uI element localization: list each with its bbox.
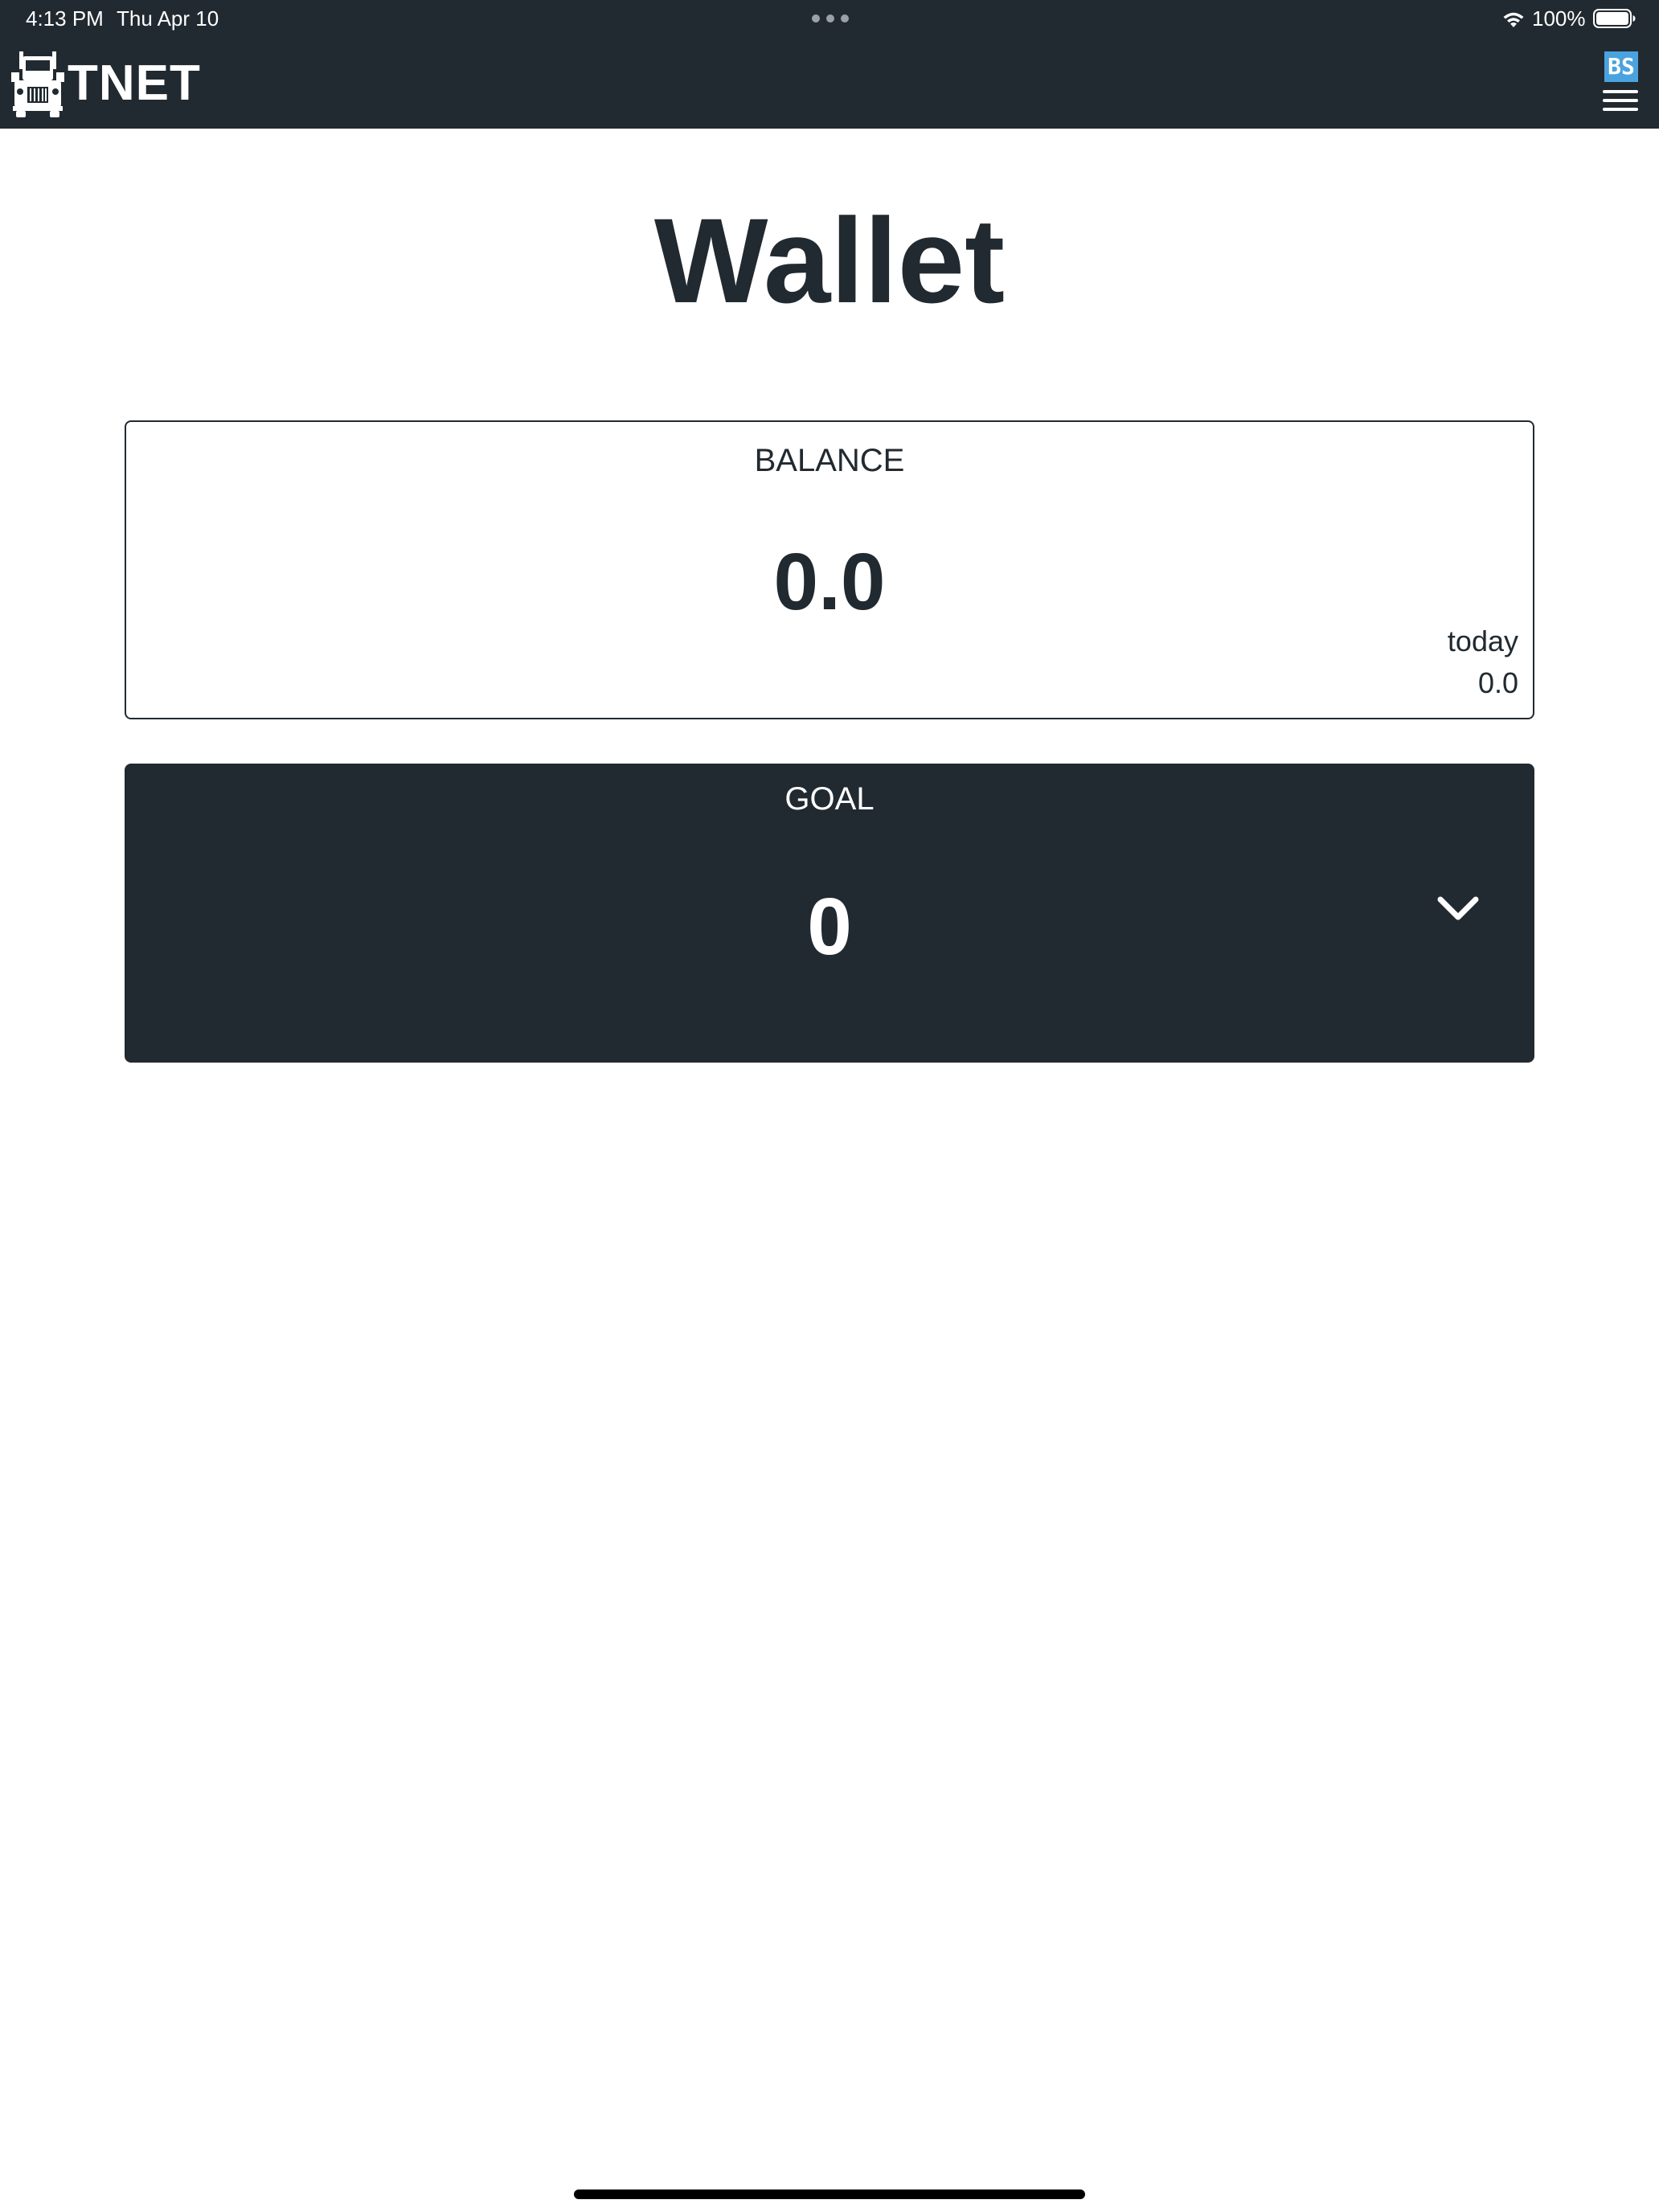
goal-value: 0 xyxy=(807,882,852,972)
hamburger-menu-icon[interactable] xyxy=(1603,88,1638,113)
today-label: today xyxy=(1447,625,1518,657)
today-value: 0.0 xyxy=(1477,666,1518,699)
wallet-screen: 4:13 PM Thu Apr 10 100% TNET BS Wallet B… xyxy=(0,0,1659,2212)
home-indicator[interactable] xyxy=(574,2189,1085,2199)
multitasking-dots-icon[interactable] xyxy=(812,14,849,23)
battery-icon xyxy=(1593,9,1636,28)
top-bar: 4:13 PM Thu Apr 10 100% TNET BS xyxy=(0,0,1659,129)
balance-label: BALANCE xyxy=(754,443,905,478)
truck-icon[interactable] xyxy=(11,50,64,117)
chevron-down-icon[interactable] xyxy=(1436,895,1480,923)
status-time: 4:13 PM xyxy=(26,6,104,31)
nav-bar: TNET BS xyxy=(0,37,1659,129)
status-bar: 4:13 PM Thu Apr 10 100% xyxy=(0,0,1659,37)
goal-label: GOAL xyxy=(784,781,875,817)
status-date: Thu Apr 10 xyxy=(117,6,219,31)
wifi-icon xyxy=(1503,12,1524,27)
user-avatar[interactable]: BS xyxy=(1604,51,1638,82)
goal-card[interactable]: GOAL 0 xyxy=(125,764,1534,1063)
balance-value: 0.0 xyxy=(773,537,886,627)
page-title: Wallet xyxy=(653,193,1006,328)
balance-card: BALANCE 0.0 today 0.0 xyxy=(125,420,1534,719)
brand-name[interactable]: TNET xyxy=(68,55,201,112)
battery-percentage: 100% xyxy=(1532,6,1586,31)
